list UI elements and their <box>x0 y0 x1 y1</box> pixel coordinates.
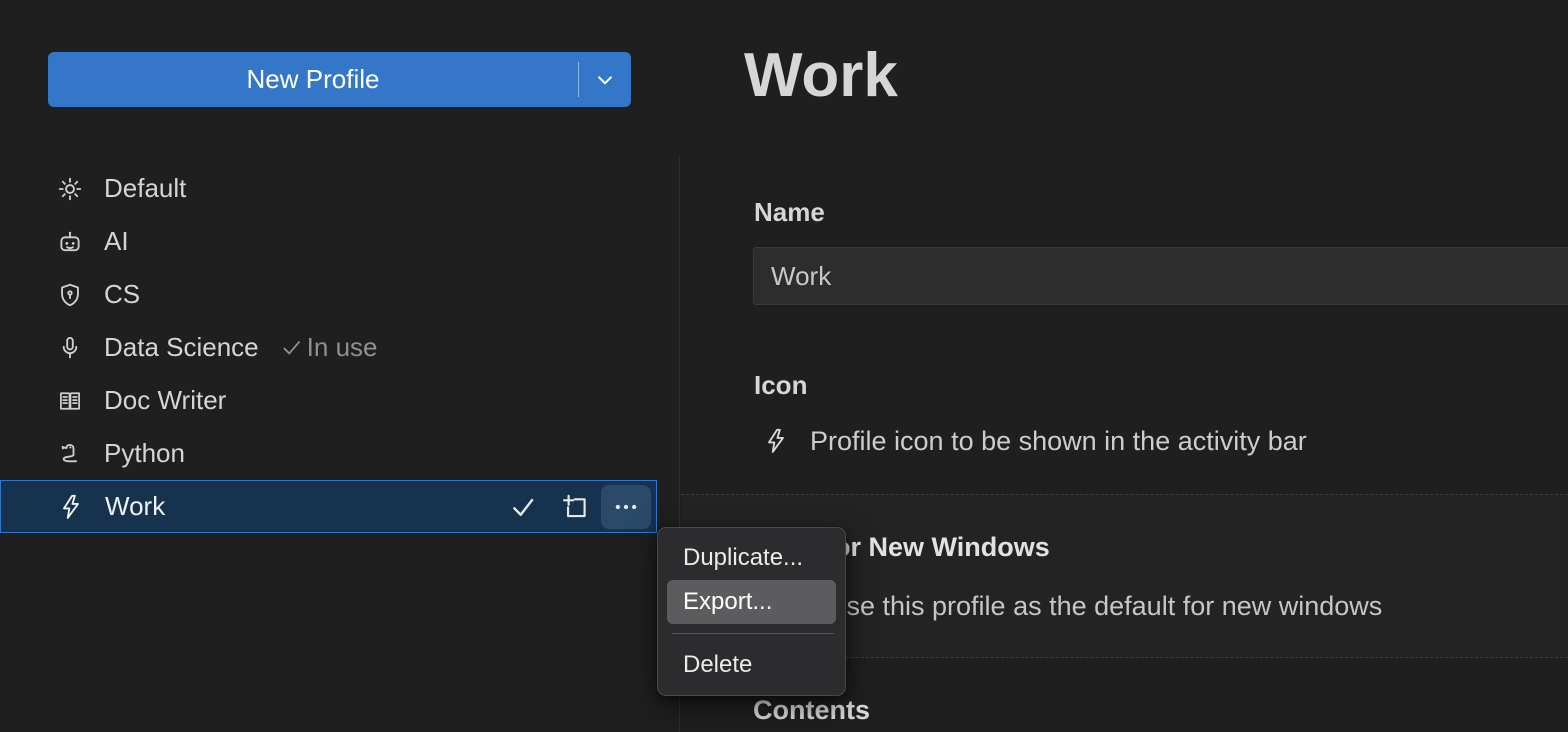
context-menu: Duplicate... Export... Delete <box>657 527 846 696</box>
profile-list: Default AI <box>0 162 657 533</box>
robot-icon <box>54 226 86 258</box>
new-profile-button[interactable]: New Profile <box>48 52 578 107</box>
icon-picker-row: Profile icon to be shown in the activity… <box>762 424 1307 458</box>
in-use-label: In use <box>307 332 378 363</box>
profile-label: Data Science <box>104 332 259 363</box>
profile-name-input[interactable] <box>753 247 1568 305</box>
profile-label: Python <box>104 438 185 469</box>
name-label: Name <box>754 197 825 228</box>
mic-icon <box>54 332 86 364</box>
check-icon <box>507 491 539 523</box>
profile-row-actions <box>507 481 651 532</box>
icon-description: Profile icon to be shown in the activity… <box>810 426 1307 457</box>
snake-icon <box>54 438 86 470</box>
profile-item-doc-writer[interactable]: Doc Writer <box>0 374 657 427</box>
zap-icon <box>55 491 87 523</box>
zap-icon[interactable] <box>762 424 790 458</box>
profiles-sidebar: New Profile Default <box>0 0 680 732</box>
more-actions-button[interactable] <box>601 485 651 529</box>
profile-label: CS <box>104 279 140 310</box>
menu-item-duplicate[interactable]: Duplicate... <box>658 536 845 580</box>
contents-heading: Contents <box>753 695 870 726</box>
chevron-down-icon <box>592 67 618 93</box>
new-windows-description: Use this profile as the default for new … <box>827 591 1382 622</box>
profile-item-cs[interactable]: CS <box>0 268 657 321</box>
use-profile-check-button[interactable] <box>507 491 539 523</box>
new-profile-button-label: New Profile <box>247 64 380 95</box>
menu-item-export[interactable]: Export... <box>667 580 836 624</box>
profile-label: AI <box>104 226 129 257</box>
menu-item-delete[interactable]: Delete <box>658 643 845 687</box>
new-profile-split-button: New Profile <box>48 52 631 107</box>
gear-icon <box>54 173 86 205</box>
page-title: Work <box>744 40 898 111</box>
check-icon <box>279 335 307 361</box>
profile-item-python[interactable]: Python <box>0 427 657 480</box>
profile-item-ai[interactable]: AI <box>0 215 657 268</box>
profile-label: Work <box>105 491 165 522</box>
icon-label: Icon <box>754 370 807 401</box>
shield-icon <box>54 279 86 311</box>
profile-item-default[interactable]: Default <box>0 162 657 215</box>
profile-item-data-science[interactable]: Data Science In use <box>0 321 657 374</box>
new-profile-dropdown-button[interactable] <box>578 52 631 107</box>
open-new-window-button[interactable] <box>559 491 591 523</box>
profile-item-work[interactable]: Work <box>0 480 657 533</box>
ellipsis-icon <box>611 492 641 522</box>
menu-separator <box>672 633 834 634</box>
in-use-badge: In use <box>279 332 378 363</box>
new-window-icon <box>559 491 591 523</box>
profile-label: Doc Writer <box>104 385 226 416</box>
book-icon <box>54 385 86 417</box>
profile-label: Default <box>104 173 186 204</box>
